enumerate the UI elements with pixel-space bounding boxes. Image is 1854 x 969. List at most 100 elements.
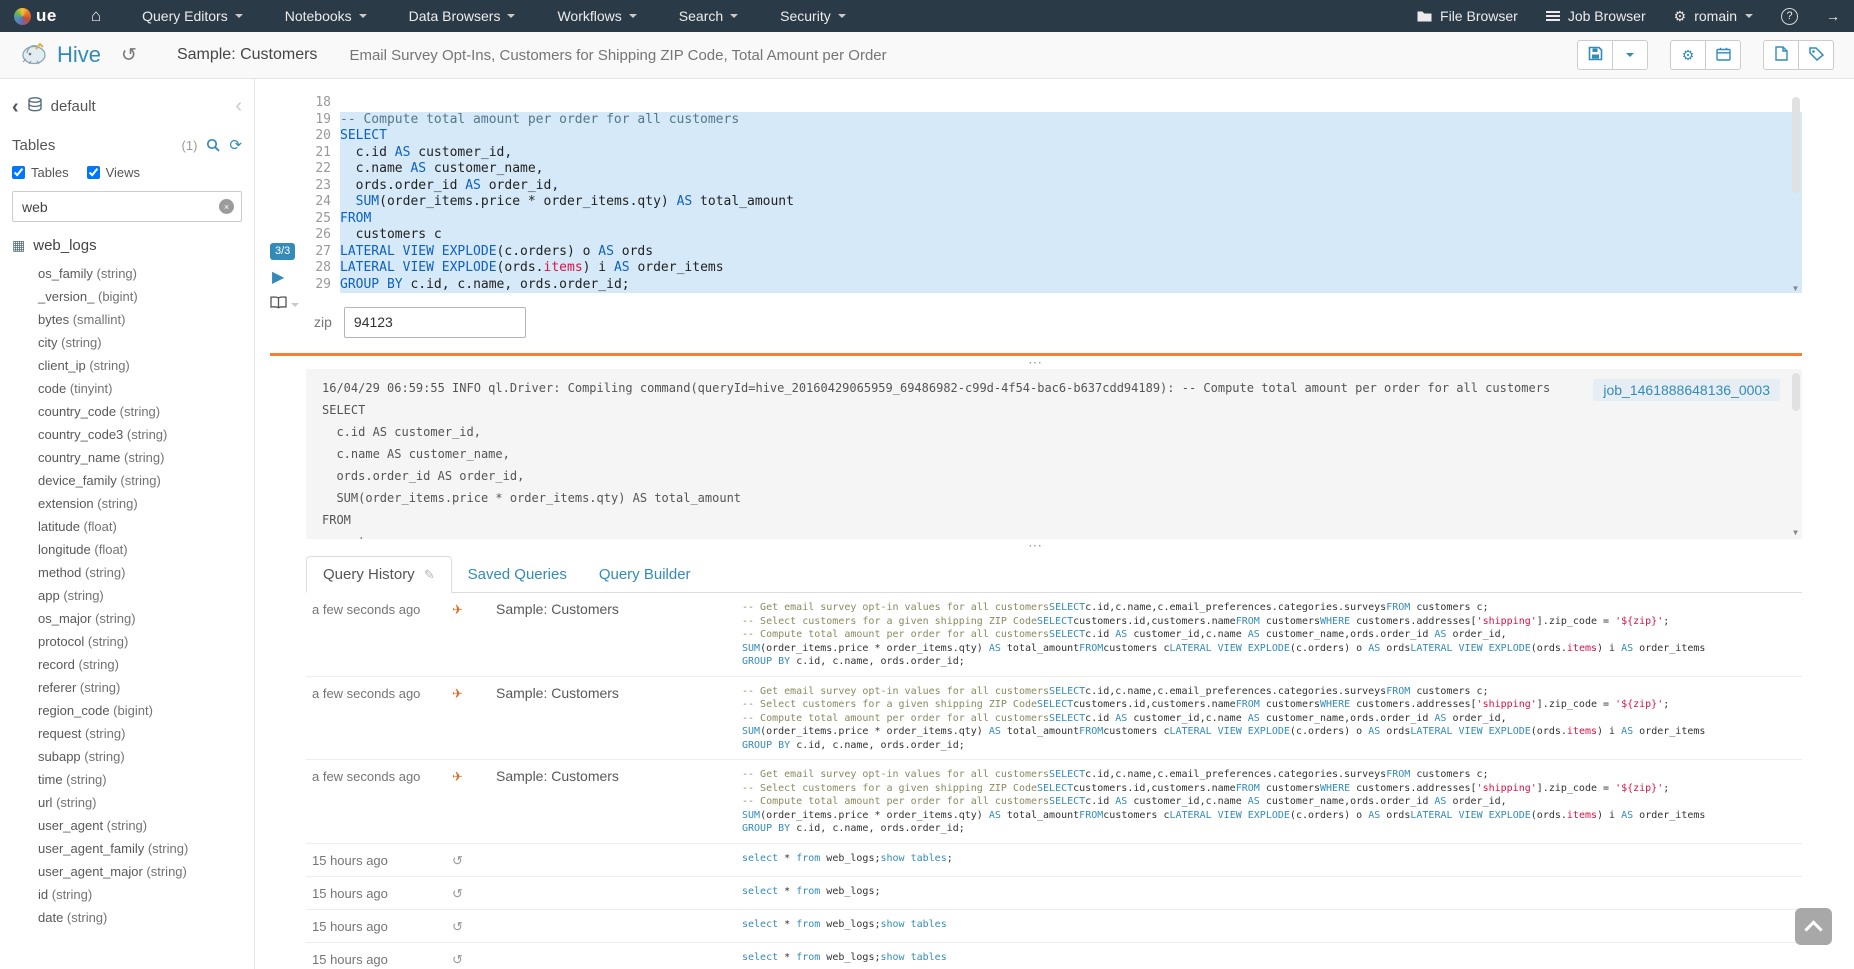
history-row[interactable]: a few seconds ago✈Sample: Customers-- Ge… xyxy=(306,593,1802,677)
resize-handle[interactable]: ⋯ xyxy=(270,356,1802,369)
variable-zip-input[interactable] xyxy=(344,307,526,338)
user-menu[interactable]: ⚙ romain xyxy=(1660,8,1767,25)
refresh-icon: ↺ xyxy=(452,918,496,935)
hue-logo[interactable]: ue xyxy=(0,6,71,26)
resize-handle[interactable]: ⋯ xyxy=(270,539,1802,552)
editor-line[interactable]: 25FROM xyxy=(306,211,1802,228)
hive-app-link[interactable]: Hive xyxy=(20,41,101,70)
column-item[interactable]: subapp (string) xyxy=(0,745,254,768)
refresh-icon[interactable]: ⟳ xyxy=(229,136,242,154)
tab-query-builder[interactable]: Query Builder xyxy=(583,556,707,593)
save-button[interactable] xyxy=(1577,40,1613,70)
column-item[interactable]: longitude (float) xyxy=(0,538,254,561)
scroll-to-top-button[interactable] xyxy=(1795,908,1832,945)
scroll-down-icon[interactable]: ▼ xyxy=(1789,528,1802,537)
back-icon[interactable]: ‹ xyxy=(12,100,19,114)
column-item[interactable]: bytes (smallint) xyxy=(0,308,254,331)
column-item[interactable]: client_ip (string) xyxy=(0,354,254,377)
settings-button[interactable]: ⚙ xyxy=(1670,40,1706,70)
column-item[interactable]: time (string) xyxy=(0,768,254,791)
column-item[interactable]: _version_ (bigint) xyxy=(0,285,254,308)
column-item[interactable]: user_agent (string) xyxy=(0,814,254,837)
clear-filter-icon[interactable]: × xyxy=(219,199,234,214)
column-item[interactable]: url (string) xyxy=(0,791,254,814)
history-row[interactable]: 15 hours ago↺select * from web_logs; xyxy=(306,877,1802,910)
editor-scrollbar[interactable]: ▼ xyxy=(1789,95,1802,293)
tags-button[interactable] xyxy=(1798,40,1834,70)
tab-query-history[interactable]: Query History✎ xyxy=(306,556,452,593)
sql-editor[interactable]: 1819-- Compute total amount per order fo… xyxy=(306,95,1802,293)
column-item[interactable]: user_agent_major (string) xyxy=(0,860,254,883)
menu-data-browsers[interactable]: Data Browsers xyxy=(388,0,537,32)
menu-security[interactable]: Security xyxy=(759,0,867,32)
column-item[interactable]: device_family (string) xyxy=(0,469,254,492)
menu-query-editors[interactable]: Query Editors xyxy=(121,0,264,32)
column-item[interactable]: user_agent_family (string) xyxy=(0,837,254,860)
column-item[interactable]: os_major (string) xyxy=(0,607,254,630)
editor-line[interactable]: 23 ords.order_id AS order_id, xyxy=(306,178,1802,195)
editor-line[interactable]: 18 xyxy=(306,95,1802,112)
column-item[interactable]: code (tinyint) xyxy=(0,377,254,400)
tables-checkbox-label[interactable]: Tables xyxy=(12,165,69,180)
search-icon[interactable] xyxy=(206,138,220,152)
collapse-panel-icon[interactable]: ‹ xyxy=(235,95,242,118)
job-link[interactable]: job_1461888648136_0003 xyxy=(1593,379,1780,401)
editor-line[interactable]: 19-- Compute total amount per order for … xyxy=(306,112,1802,129)
editor-line[interactable]: 21 c.id AS customer_id, xyxy=(306,145,1802,162)
history-row[interactable]: a few seconds ago✈Sample: Customers-- Ge… xyxy=(306,677,1802,761)
editor-line[interactable]: 26 customers c xyxy=(306,227,1802,244)
column-item[interactable]: referer (string) xyxy=(0,676,254,699)
editor-line[interactable]: 20SELECT xyxy=(306,128,1802,145)
job-browser-link[interactable]: Job Browser xyxy=(1532,8,1660,24)
editor-line[interactable]: 27LATERAL VIEW EXPLODE(c.orders) o AS or… xyxy=(306,244,1802,261)
scrollbar-thumb[interactable] xyxy=(1792,97,1800,193)
column-item[interactable]: country_code3 (string) xyxy=(0,423,254,446)
tables-checkbox[interactable] xyxy=(12,166,25,179)
query-title[interactable]: Sample: Customers xyxy=(177,46,318,64)
column-item[interactable]: record (string) xyxy=(0,653,254,676)
column-item[interactable]: latitude (float) xyxy=(0,515,254,538)
table-item-web-logs[interactable]: ▦ web_logs xyxy=(0,232,254,259)
column-item[interactable]: city (string) xyxy=(0,331,254,354)
history-row[interactable]: a few seconds ago✈Sample: Customers-- Ge… xyxy=(306,760,1802,844)
column-item[interactable]: country_name (string) xyxy=(0,446,254,469)
column-item[interactable]: id (string) xyxy=(0,883,254,906)
scroll-down-icon[interactable]: ▼ xyxy=(1789,284,1802,293)
column-item[interactable]: method (string) xyxy=(0,561,254,584)
documentation-button[interactable] xyxy=(270,296,299,314)
new-query-button[interactable] xyxy=(1763,40,1799,70)
menu-notebooks[interactable]: Notebooks xyxy=(264,0,388,32)
column-item[interactable]: request (string) xyxy=(0,722,254,745)
history-row[interactable]: 15 hours ago↺select * from web_logs;show… xyxy=(306,943,1802,969)
column-item[interactable]: extension (string) xyxy=(0,492,254,515)
log-scrollbar[interactable]: ▼ xyxy=(1789,369,1802,539)
views-checkbox[interactable] xyxy=(87,166,100,179)
save-options-button[interactable] xyxy=(1612,40,1648,70)
schedule-button[interactable] xyxy=(1705,40,1741,70)
column-item[interactable]: date (string) xyxy=(0,906,254,929)
column-item[interactable]: os_family (string) xyxy=(0,262,254,285)
editor-line[interactable]: 24 SUM(order_items.price * order_items.q… xyxy=(306,194,1802,211)
menu-search[interactable]: Search xyxy=(658,0,759,32)
column-item[interactable]: protocol (string) xyxy=(0,630,254,653)
scrollbar-thumb[interactable] xyxy=(1792,373,1800,411)
column-item[interactable]: app (string) xyxy=(0,584,254,607)
table-filter-input[interactable] xyxy=(12,191,242,222)
query-history-icon[interactable]: ↺ xyxy=(121,44,137,67)
database-name[interactable]: default xyxy=(51,98,96,115)
editor-line[interactable]: 22 c.name AS customer_name, xyxy=(306,161,1802,178)
history-row[interactable]: 15 hours ago↺select * from web_logs;show… xyxy=(306,910,1802,943)
column-item[interactable]: country_code (string) xyxy=(0,400,254,423)
help-button[interactable]: ? xyxy=(1767,8,1812,25)
column-item[interactable]: region_code (bigint) xyxy=(0,699,254,722)
home-button[interactable]: ⌂ xyxy=(71,6,121,26)
tab-saved-queries[interactable]: Saved Queries xyxy=(452,556,583,593)
file-browser-link[interactable]: File Browser xyxy=(1403,8,1532,24)
history-row[interactable]: 15 hours ago↺select * from web_logs;show… xyxy=(306,844,1802,877)
execute-button[interactable]: ▶ xyxy=(270,267,286,287)
logout-button[interactable]: → xyxy=(1812,8,1854,24)
views-checkbox-label[interactable]: Views xyxy=(87,165,140,180)
menu-workflows[interactable]: Workflows xyxy=(536,0,657,32)
editor-line[interactable]: 28LATERAL VIEW EXPLODE(ords.items) i AS … xyxy=(306,260,1802,277)
editor-line[interactable]: 29GROUP BY c.id, c.name, ords.order_id; xyxy=(306,277,1802,294)
